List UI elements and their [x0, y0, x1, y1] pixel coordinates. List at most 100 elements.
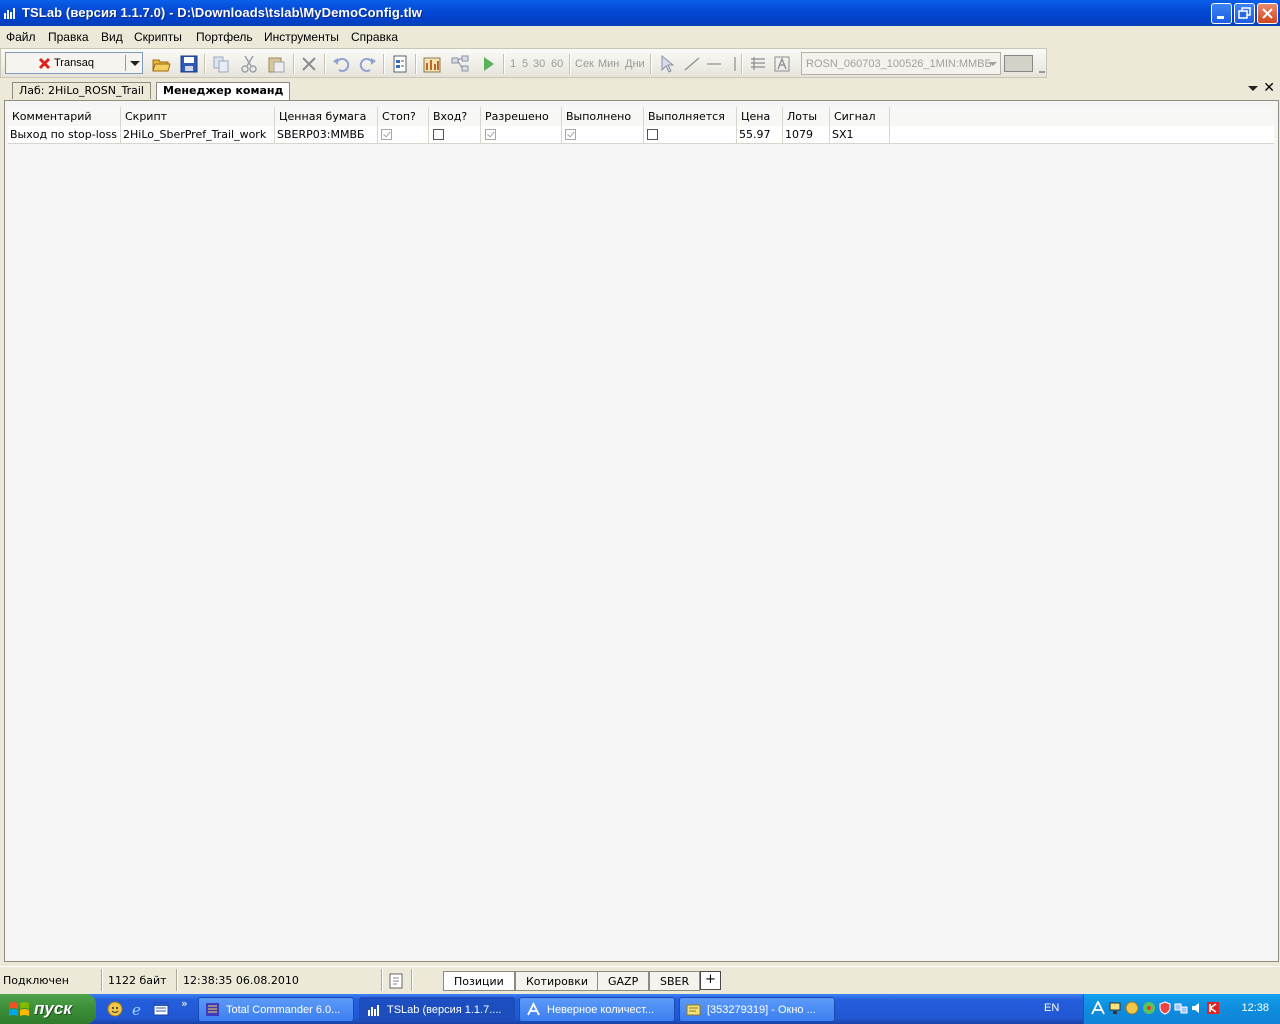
- text-tool-icon[interactable]: [772, 54, 792, 74]
- language-indicator[interactable]: EN: [1044, 1002, 1059, 1014]
- chevron-down-icon[interactable]: [130, 61, 140, 66]
- cell-allowed: [481, 126, 562, 143]
- done-checkbox[interactable]: [565, 129, 576, 140]
- col-done[interactable]: Выполнено: [562, 107, 644, 126]
- status-bar: Подключен 1122 байт 12:38:35 06.08.2010 …: [0, 966, 1280, 995]
- toolbar-grip-icon[interactable]: [1039, 71, 1045, 77]
- tray-antivirus-icon[interactable]: [1206, 1001, 1220, 1015]
- redo-icon[interactable]: [358, 54, 378, 74]
- interval-minutes[interactable]: Мин: [598, 58, 619, 70]
- tray-icq-icon[interactable]: [1142, 1001, 1156, 1015]
- pointer-icon[interactable]: [657, 54, 677, 74]
- tray-sync-icon[interactable]: [1174, 1001, 1188, 1015]
- interval-1[interactable]: 1: [510, 58, 516, 70]
- col-comment[interactable]: Комментарий: [8, 107, 121, 126]
- document-tabs: Лаб: 2HiLo_ROSN_Trail Менеджер команд ✕: [0, 80, 1280, 100]
- bytes-counter: 1122 байт: [108, 974, 167, 987]
- menu-edit[interactable]: Правка: [48, 30, 89, 44]
- menu-file[interactable]: Файл: [6, 30, 36, 44]
- col-script[interactable]: Скрипт: [121, 107, 275, 126]
- delete-icon[interactable]: [299, 54, 319, 74]
- quicklaunch-overflow-icon[interactable]: »: [181, 997, 188, 1010]
- interval-days[interactable]: Дни: [625, 58, 645, 70]
- tab-list-dropdown-icon[interactable]: [1248, 86, 1258, 91]
- levels-icon[interactable]: [748, 54, 768, 74]
- tab-quotes[interactable]: Котировки: [515, 971, 600, 991]
- menu-portfolio[interactable]: Портфель: [196, 30, 253, 44]
- connection-label: Transaq: [54, 57, 94, 69]
- restore-button[interactable]: [1234, 3, 1255, 24]
- symbol-select[interactable]: ROSN_060703_100526_1MIN:MMBБ: [801, 52, 1001, 75]
- quicklaunch-ie-icon[interactable]: e: [130, 1001, 146, 1017]
- menu-tools[interactable]: Инструменты: [264, 30, 339, 44]
- copy-icon[interactable]: [211, 54, 231, 74]
- interval-seconds[interactable]: Сек: [575, 58, 594, 70]
- col-price[interactable]: Цена: [737, 107, 783, 126]
- tray-network-icon[interactable]: [1108, 1001, 1122, 1015]
- col-signal[interactable]: Сигнал: [830, 107, 890, 126]
- task-error-dialog[interactable]: Неверное количест...: [519, 997, 675, 1022]
- interval-5[interactable]: 5: [522, 58, 528, 70]
- close-icon: [1262, 8, 1273, 19]
- table-row[interactable]: Выход по stop-loss 2HiLo_SberPref_Trail_…: [8, 126, 1274, 144]
- task-total-commander[interactable]: Total Commander 6.0...: [198, 997, 354, 1022]
- stop-checkbox[interactable]: [381, 129, 392, 140]
- tab-sber[interactable]: SBER: [649, 971, 701, 991]
- col-allowed[interactable]: Разрешено: [481, 107, 562, 126]
- minimize-button[interactable]: [1211, 3, 1232, 24]
- start-button[interactable]: пуск: [0, 994, 96, 1024]
- close-tab-icon[interactable]: ✕: [1263, 80, 1275, 96]
- symbol-select-value: ROSN_060703_100526_1MIN:MMBБ: [806, 58, 992, 70]
- interval-30[interactable]: 30: [533, 58, 545, 70]
- tslab-app-icon: [4, 8, 15, 19]
- tray-security-icon[interactable]: [1158, 1001, 1172, 1015]
- entry-checkbox[interactable]: [433, 129, 444, 140]
- connection-dropdown[interactable]: Transaq: [5, 52, 143, 74]
- cell-script: 2HiLo_SberPref_Trail_work: [121, 126, 275, 143]
- log-icon[interactable]: [389, 973, 403, 989]
- properties-icon[interactable]: [390, 54, 410, 74]
- menu-scripts[interactable]: Скрипты: [134, 30, 182, 44]
- tab-lab-2hilo-rosn[interactable]: Лаб: 2HiLo_ROSN_Trail: [12, 82, 151, 99]
- tab-command-manager[interactable]: Менеджер команд: [156, 82, 291, 100]
- quicklaunch-window-icon[interactable]: [153, 1001, 169, 1017]
- allowed-checkbox[interactable]: [485, 129, 496, 140]
- tray-volume-icon[interactable]: [1190, 1001, 1204, 1015]
- menu-view[interactable]: Вид: [101, 30, 123, 44]
- paste-icon[interactable]: [266, 54, 286, 74]
- line-tool-icon[interactable]: [682, 54, 702, 74]
- interval-60[interactable]: 60: [551, 58, 563, 70]
- executing-checkbox[interactable]: [647, 129, 658, 140]
- chart-icon[interactable]: [422, 54, 442, 74]
- cut-icon[interactable]: [239, 54, 259, 74]
- col-lots[interactable]: Лоты: [783, 107, 830, 126]
- task-tslab[interactable]: TSLab (версия 1.1.7....: [359, 997, 515, 1022]
- task-chat-window[interactable]: [353279319] - Окно ...: [679, 997, 835, 1022]
- total-commander-icon: [206, 1003, 219, 1016]
- save-icon[interactable]: [179, 54, 199, 74]
- undo-icon[interactable]: [331, 54, 351, 74]
- quicklaunch-messenger-icon[interactable]: [107, 1001, 123, 1017]
- svg-text:e: e: [132, 1001, 141, 1017]
- tab-positions[interactable]: Позиции: [443, 971, 515, 991]
- open-icon[interactable]: [151, 54, 171, 74]
- restore-icon: [1238, 7, 1251, 19]
- col-stop[interactable]: Стоп?: [378, 107, 429, 126]
- col-security[interactable]: Ценная бумага: [275, 107, 378, 126]
- diagram-icon[interactable]: [450, 54, 470, 74]
- col-entry[interactable]: Вход?: [429, 107, 481, 126]
- close-window-button[interactable]: [1257, 3, 1278, 24]
- tab-gazp[interactable]: GAZP: [597, 971, 650, 991]
- tslab-app-icon: [368, 1005, 379, 1016]
- add-tab-button[interactable]: +: [700, 971, 721, 990]
- title-bar: TSLab (версия 1.1.7.0) - D:\Downloads\ts…: [0, 0, 1280, 26]
- play-icon[interactable]: [478, 54, 498, 74]
- color-picker[interactable]: [1004, 55, 1033, 72]
- col-executing[interactable]: Выполняется: [644, 107, 737, 126]
- tray-clock[interactable]: 12:38: [1241, 1002, 1269, 1014]
- cell-done: [562, 126, 644, 143]
- menu-help[interactable]: Справка: [351, 30, 398, 44]
- horizontal-line-icon[interactable]: [704, 54, 724, 74]
- tray-messenger-icon[interactable]: [1125, 1001, 1139, 1015]
- tray-a-icon[interactable]: [1091, 1001, 1105, 1015]
